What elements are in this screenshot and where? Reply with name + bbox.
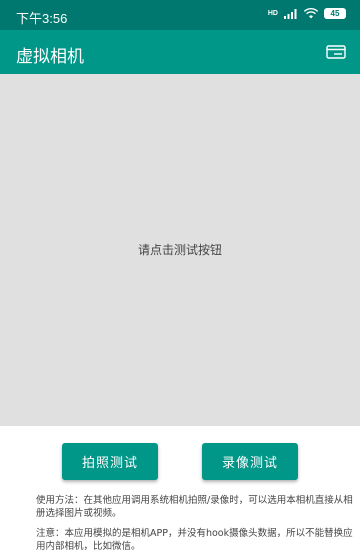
status-bar: 下午3:56 HD 45 [0,0,360,30]
hd-label: HD [267,9,278,17]
status-icons: HD 45 [268,8,346,19]
battery-icon: 45 [324,8,346,19]
app-title: 虚拟相机 [16,47,84,67]
camera-preview-area: 请点击测试按钮 [0,74,360,426]
battery-level: 45 [330,9,340,18]
wifi-icon [304,8,318,19]
card-button[interactable] [322,40,350,64]
preview-message: 请点击测试按钮 [137,242,222,257]
status-time: 下午3:56 [16,11,68,26]
video-test-button[interactable]: 录像测试 [202,443,298,480]
signal-icon [284,8,297,19]
card-icon [326,45,346,59]
warning-note: 注意：本应用模拟的是相机APP，并没有hook摄像头数据，所以不能替换应用内部相… [36,528,353,552]
usage-note: 使用方法：在其他应用调用系统相机拍照/录像时，可以选用本相机直接从相册选择图片或… [36,495,353,519]
photo-test-button[interactable]: 拍照测试 [62,443,158,480]
app-bar: 虚拟相机 [0,30,360,74]
